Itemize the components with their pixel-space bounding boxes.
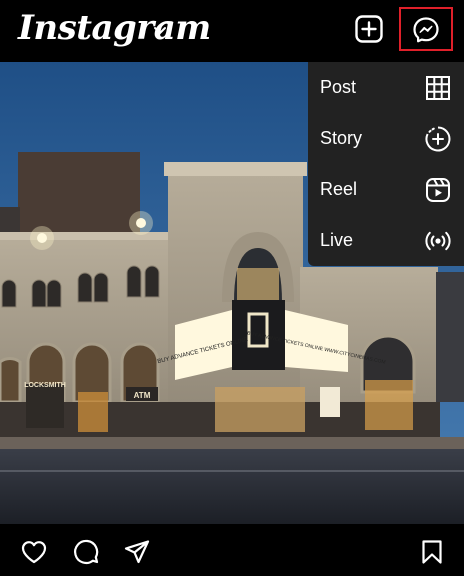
menu-item-label: Post xyxy=(320,77,357,97)
create-menu: Post Story Reel Live xyxy=(308,62,464,266)
menu-item-story[interactable]: Story xyxy=(308,113,464,164)
heart-icon[interactable] xyxy=(20,538,48,566)
messenger-icon xyxy=(413,17,439,43)
top-bar: Instagram xyxy=(0,0,464,62)
reel-icon xyxy=(426,178,450,202)
menu-item-post[interactable]: Post xyxy=(308,62,464,113)
comment-icon[interactable] xyxy=(72,538,100,566)
grid-icon xyxy=(426,76,450,100)
post-action-bar xyxy=(0,524,464,576)
locksmith-sign: LOCKSMITH xyxy=(24,382,66,389)
atm-sign: ATM xyxy=(134,391,151,400)
menu-item-reel[interactable]: Reel xyxy=(308,164,464,215)
new-post-button[interactable] xyxy=(354,14,384,44)
bookmark-icon[interactable] xyxy=(418,538,446,566)
chevron-down-icon[interactable] xyxy=(153,24,167,38)
app-logo[interactable]: Instagram xyxy=(18,8,211,48)
messenger-button[interactable] xyxy=(399,7,453,51)
story-plus-icon xyxy=(425,126,451,152)
menu-item-live[interactable]: Live xyxy=(308,215,464,266)
menu-item-label: Reel xyxy=(320,179,358,199)
share-icon[interactable] xyxy=(123,538,151,566)
menu-item-label: Story xyxy=(320,128,363,148)
menu-item-label: Live xyxy=(320,230,354,250)
live-broadcast-icon xyxy=(425,231,451,251)
